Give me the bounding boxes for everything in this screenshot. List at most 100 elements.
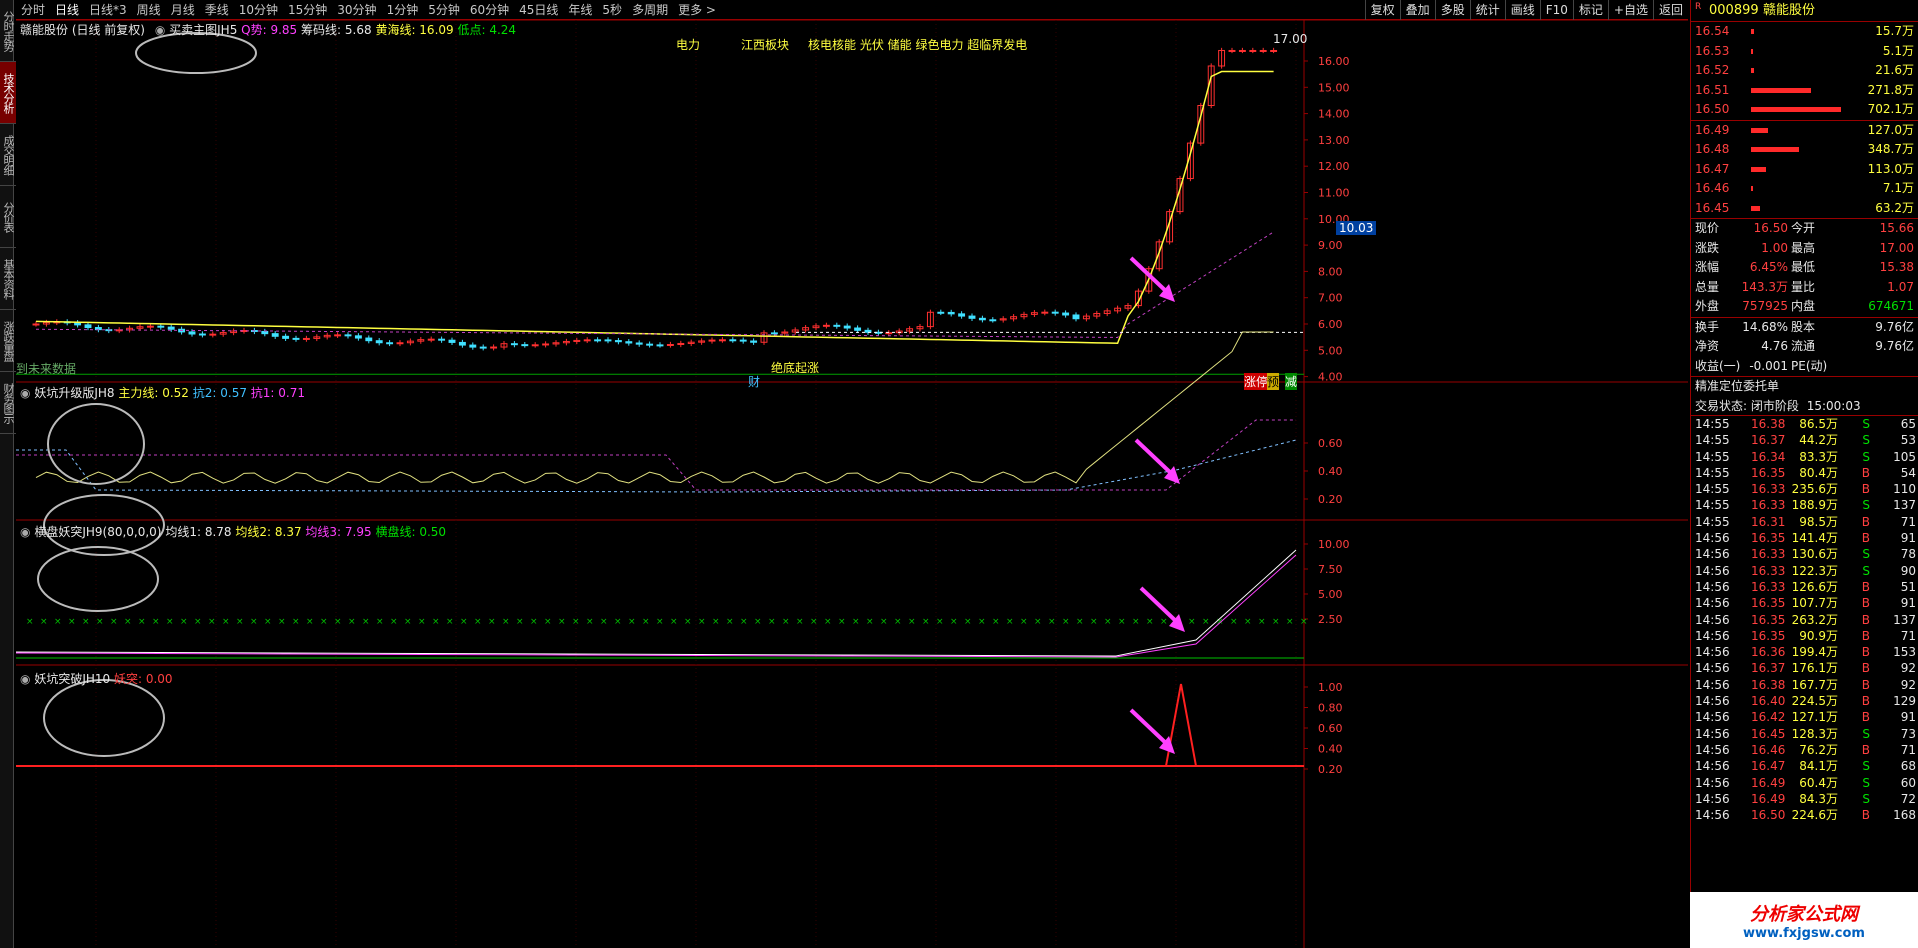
tick-time: 14:56 (1695, 628, 1730, 643)
tick-price: 16.50 (1751, 808, 1786, 823)
buys-level[interactable]: 16.47 113.0万 (1691, 160, 1918, 180)
period-tab[interactable]: 5秒 (597, 1, 627, 18)
indicator-name[interactable]: 妖坑突破JH10 (34, 672, 110, 686)
entrust-link[interactable]: 精准定位委托单 (1691, 377, 1918, 397)
x-marker: × (964, 617, 972, 627)
tick-row: 14:56 16.35 141.4万 B 91 (1691, 530, 1918, 546)
tick-row: 14:56 16.37 176.1万 B 92 (1691, 660, 1918, 676)
tool-button[interactable]: 画线 (1504, 0, 1540, 20)
indicator-name[interactable]: 妖坑升级版JH8 (34, 386, 114, 400)
period-tab[interactable]: 月线 (166, 1, 200, 18)
tick-count: 73 (1900, 726, 1916, 741)
x-marker: × (950, 617, 958, 627)
p4-tick-label: 0.60 (1318, 722, 1343, 735)
tick-row: 14:56 16.47 84.1万 S 68 (1691, 758, 1918, 774)
candle-body (843, 325, 851, 329)
sells-level[interactable]: 16.50 702.1万 (1691, 100, 1918, 120)
indicator-name[interactable]: 买卖主图JH5 (169, 23, 237, 37)
tick-volume: 60.4万 (1799, 775, 1838, 790)
tick-count: 91 (1900, 596, 1916, 611)
x-marker: × (278, 617, 286, 627)
left-tab[interactable]: 财务图示 (0, 372, 16, 434)
stock-code: 000899 (1709, 3, 1759, 18)
tool-button[interactable]: 统计 (1469, 0, 1505, 20)
sells-level[interactable]: 16.53 5.1万 (1691, 42, 1918, 62)
left-tab[interactable]: 基本资料 (0, 248, 16, 310)
period-tab[interactable]: 日线*3 (84, 1, 132, 18)
concept-power[interactable]: 电力 (676, 36, 700, 53)
tool-button[interactable]: 多股 (1434, 0, 1470, 20)
period-tab[interactable]: 日线 (50, 1, 84, 18)
candle-body (458, 341, 466, 346)
stat-label: 总量 (1695, 279, 1720, 294)
concept-nuclear[interactable]: 核电核能 光伏 储能 绿色电力 超临界发电 (808, 36, 1027, 53)
indicator-name[interactable]: 横盘妖突JH9(80,0,0,0) (34, 525, 161, 539)
indicator-icon: ◉ (20, 672, 31, 686)
left-tab[interactable]: 技术分析 (0, 62, 16, 124)
tick-price: 16.42 (1751, 710, 1786, 725)
period-tab[interactable]: 15分钟 (283, 1, 332, 18)
tool-button[interactable]: F10 (1539, 0, 1573, 20)
period-tab[interactable]: 30分钟 (332, 1, 381, 18)
sells-level[interactable]: 16.54 15.7万 (1691, 22, 1918, 42)
concept-jiangxi[interactable]: 江西板块 (741, 36, 789, 53)
period-tab[interactable]: 多周期 (627, 1, 673, 18)
stat-label: 涨跌 (1695, 240, 1720, 255)
x-marker: × (1286, 617, 1294, 627)
tool-button[interactable]: 复权 (1364, 0, 1400, 20)
buys-level[interactable]: 16.48 348.7万 (1691, 140, 1918, 160)
candle-body (1041, 311, 1049, 314)
tool-button[interactable]: 返回 (1652, 0, 1688, 20)
period-tab[interactable]: 更多 > (673, 1, 721, 18)
tick-side: B (1861, 710, 1870, 725)
x-marker: × (68, 617, 76, 627)
left-tab[interactable]: 涨跌量盘 (0, 310, 16, 372)
tick-count: 92 (1900, 677, 1916, 692)
candle-body (396, 342, 404, 345)
buys-level[interactable]: 16.49 127.0万 (1691, 121, 1918, 141)
period-tab[interactable]: 10分钟 (234, 1, 283, 18)
period-tab[interactable]: 1分钟 (382, 1, 424, 18)
x-marker: × (1048, 617, 1056, 627)
period-tab[interactable]: 周线 (132, 1, 166, 18)
indicator-icon[interactable]: ◉ (155, 23, 165, 37)
tool-button[interactable]: +自选 (1607, 0, 1653, 20)
chart-area[interactable]: 16.00 15.00 14.00 13.00 12.00 11.00 10.00 9.00 8… (16, 20, 1688, 948)
sells-level[interactable]: 16.51 271.8万 (1691, 81, 1918, 101)
p3-tick-label: 5.00 (1318, 588, 1343, 601)
candle-body (947, 311, 955, 315)
period-tab[interactable]: 5分钟 (423, 1, 465, 18)
x-marker: × (432, 617, 440, 627)
level-price: 16.48 (1695, 142, 1730, 156)
jun3-label: 均线3: 7.95 (305, 525, 372, 539)
left-tab[interactable]: 分时走势 (0, 0, 16, 62)
tick-count: 68 (1900, 759, 1916, 774)
p3-tick-label: 10.00 (1318, 538, 1350, 551)
sells-level[interactable]: 16.52 21.6万 (1691, 61, 1918, 81)
level-price: 16.47 (1695, 161, 1730, 176)
tool-button[interactable]: 叠加 (1399, 0, 1435, 20)
finance-tag[interactable]: 财 (748, 373, 760, 390)
stat-value: 1.00 (1761, 240, 1788, 255)
period-tab[interactable]: 季线 (200, 1, 234, 18)
tick-price: 16.33 (1751, 547, 1786, 562)
left-tab[interactable]: 成交明细 (0, 124, 16, 186)
tick-time: 14:56 (1695, 726, 1730, 741)
right-tools: 复权 叠加 多股 统计 画线 F10 标记 +自选 返回 (1364, 0, 1688, 20)
tick-time: 14:56 (1695, 677, 1730, 692)
candle-body (833, 324, 841, 327)
x-marker: × (138, 617, 146, 627)
tick-time: 14:55 (1695, 417, 1730, 431)
buys-level[interactable]: 16.45 63.2万 (1691, 199, 1918, 219)
tick-side: B (1861, 694, 1870, 709)
x-marker: × (824, 617, 832, 627)
period-tab[interactable]: 年线 (563, 1, 597, 18)
period-tab[interactable]: 60分钟 (465, 1, 514, 18)
candle-body (604, 339, 612, 342)
kline-chart[interactable]: 16.00 15.00 14.00 13.00 12.00 11.00 10.00 9.00 8… (16, 20, 1688, 948)
tool-button[interactable]: 标记 (1572, 0, 1608, 20)
left-tab[interactable]: 分价表 (0, 186, 16, 248)
buys-level[interactable]: 16.46 7.1万 (1691, 179, 1918, 199)
period-tab[interactable]: 分时 (16, 1, 50, 18)
period-tab[interactable]: 45日线 (514, 1, 563, 18)
